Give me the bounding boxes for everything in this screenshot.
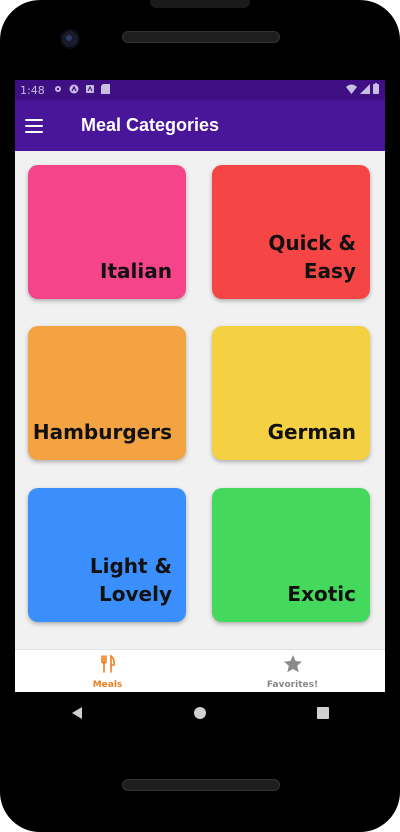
nav-item-favorites[interactable]: Favorites! [200, 650, 385, 692]
category-tile-hamburgers[interactable]: Hamburgers [28, 326, 186, 460]
restaurant-icon [98, 653, 118, 678]
category-tile-italian[interactable]: Italian [28, 165, 186, 299]
menu-icon[interactable] [25, 118, 43, 133]
bottom-navigation: Meals Favorites! [15, 649, 385, 692]
home-icon[interactable] [193, 705, 207, 724]
status-bar: 1:48 [15, 80, 385, 100]
wifi-icon [346, 84, 357, 97]
category-tile-german[interactable]: German [212, 326, 370, 460]
category-tile-quick-easy[interactable]: Quick & Easy [212, 165, 370, 299]
category-label: Light & Lovely [89, 554, 172, 606]
settings-icon [53, 84, 63, 97]
signal-icon [360, 83, 370, 97]
nav-label-meals: Meals [92, 679, 123, 690]
star-icon [283, 654, 303, 678]
front-camera [60, 29, 80, 49]
category-label: Exotic [287, 582, 356, 606]
category-tile-light-lovely[interactable]: Light & Lovely [28, 488, 186, 622]
category-label: German [267, 420, 356, 444]
bottom-speaker [122, 779, 280, 791]
phone-notch [150, 0, 250, 8]
back-icon[interactable] [70, 705, 84, 724]
nav-label-favorites: Favorites! [266, 679, 319, 690]
phone-frame: 1:48 Meal Categories Italian Quick & Eas… [0, 0, 400, 832]
top-speaker [122, 31, 280, 43]
nav-item-meals[interactable]: Meals [15, 650, 200, 692]
recents-icon[interactable] [316, 705, 330, 724]
category-label: Hamburgers [32, 420, 172, 444]
category-label: Quick & Easy [268, 231, 356, 283]
app-screen: 1:48 Meal Categories Italian Quick & Eas… [15, 80, 385, 692]
battery-icon [373, 83, 379, 97]
app-bar: Meal Categories [15, 100, 385, 151]
page-title: Meal Categories [81, 115, 220, 135]
sd-card-icon [100, 83, 110, 97]
category-label: Italian [100, 259, 172, 283]
category-tile-exotic[interactable]: Exotic [212, 488, 370, 622]
status-time: 1:48 [20, 83, 45, 97]
system-navigation-bar [15, 692, 385, 736]
category-grid: Italian Quick & Easy Hamburgers German L… [15, 151, 385, 649]
android-icon [69, 84, 79, 97]
app-notification-icon [85, 84, 95, 97]
